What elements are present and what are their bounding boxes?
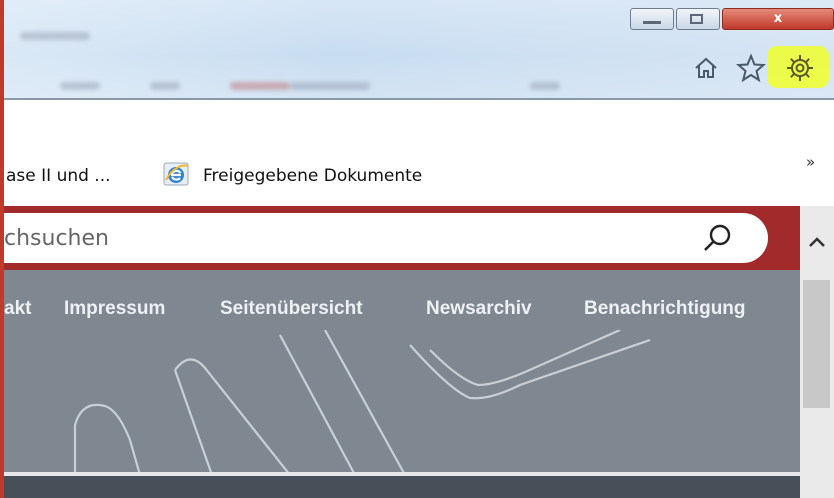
search-button[interactable] — [700, 220, 736, 256]
favorite-link-2[interactable]: Freigegebene Dokumente — [203, 166, 422, 186]
window-edge — [0, 0, 4, 498]
ie-icon — [163, 160, 191, 188]
nav-link-kontakt[interactable]: akt — [4, 298, 31, 320]
favorite-link-1[interactable]: ase II und ... — [6, 166, 111, 186]
close-button[interactable]: x — [722, 8, 834, 30]
content-band — [0, 476, 800, 498]
search-placeholder: chsuchen — [4, 226, 109, 251]
favorites-overflow-button[interactable]: » — [806, 153, 815, 171]
blurred-tab-text — [530, 82, 560, 90]
home-button[interactable] — [688, 50, 724, 86]
blurred-tab-text — [290, 82, 370, 90]
nav-link-impressum[interactable]: Impressum — [64, 298, 165, 320]
tools-button[interactable] — [782, 50, 818, 86]
maximize-icon — [690, 14, 703, 24]
favorites-bar — [0, 100, 834, 206]
maximize-button[interactable] — [676, 8, 720, 30]
minimize-button[interactable] — [630, 8, 674, 30]
scrollbar-thumb[interactable] — [803, 280, 830, 408]
search-icon — [704, 224, 731, 251]
nav-link-sitemap[interactable]: Seitenübersicht — [220, 298, 363, 320]
blurred-tab-text — [60, 82, 100, 90]
star-icon — [736, 53, 766, 83]
home-icon — [695, 57, 717, 78]
chevron-up-icon — [809, 237, 825, 247]
blurred-tab-text — [150, 82, 180, 90]
blurred-tab-text — [230, 82, 290, 90]
scroll-up-button[interactable] — [802, 228, 832, 256]
search-input[interactable] — [0, 213, 768, 263]
favorites-button[interactable] — [733, 50, 769, 86]
minimize-icon — [643, 21, 661, 24]
blurred-tab-text — [20, 32, 90, 40]
nav-link-notifications[interactable]: Benachrichtigung — [584, 298, 746, 320]
nav-link-newsarchiv[interactable]: Newsarchiv — [426, 298, 532, 320]
close-icon: x — [773, 11, 783, 26]
gear-icon — [787, 55, 813, 81]
decorative-lines — [73, 330, 651, 475]
